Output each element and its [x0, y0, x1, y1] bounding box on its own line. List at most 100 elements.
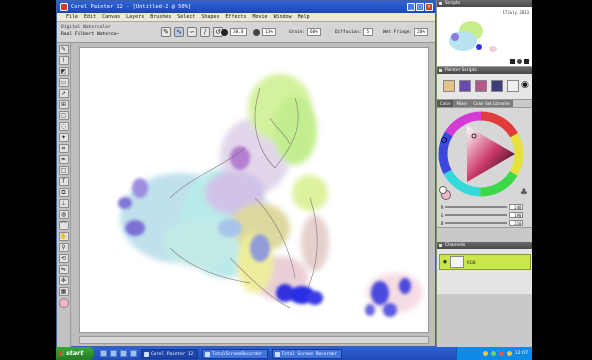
scripts-panel-header[interactable]: Scripts: [437, 0, 532, 7]
grain-label: Grain:: [289, 29, 305, 35]
rubber-stamp-icon[interactable]: ⊥: [58, 199, 69, 208]
quick-launch-icon[interactable]: [100, 350, 107, 357]
menu-brushes[interactable]: Brushes: [149, 14, 172, 20]
rectangular-selection-icon[interactable]: ▢: [58, 111, 69, 120]
task-painter[interactable]: Corel Painter 12: [141, 348, 199, 359]
tab-mixer[interactable]: Mixer: [453, 100, 471, 107]
channel-row-rgb[interactable]: ◉ RGB: [439, 254, 531, 270]
stop-icon[interactable]: [510, 59, 515, 64]
red-value[interactable]: 248: [509, 204, 524, 210]
cloner-tool-icon[interactable]: ⧉: [58, 188, 69, 197]
menu-help[interactable]: Help: [297, 14, 311, 20]
quick-launch: [100, 350, 137, 357]
quick-launch-icon[interactable]: [130, 350, 137, 357]
quick-launch-icon[interactable]: [110, 350, 117, 357]
green-slider-row: G 190: [441, 212, 524, 218]
paper-selector-icon[interactable]: ▦: [58, 287, 69, 296]
straight-line-icon[interactable]: ∕: [200, 27, 210, 37]
color-wheel[interactable]: [437, 110, 533, 200]
blue-value[interactable]: 210: [509, 220, 524, 226]
recorder-icon[interactable]: ◉: [521, 80, 529, 90]
tray-icon[interactable]: [498, 351, 504, 356]
canvas-status-bar: [79, 336, 429, 344]
grain-control: Grain: 60%: [289, 28, 321, 36]
tab-color-sets[interactable]: Color Set Libraries: [470, 100, 514, 107]
menu-edit[interactable]: Edit: [83, 14, 97, 20]
eraser-tool-icon[interactable]: ▭: [58, 78, 69, 87]
layer-adjuster-icon[interactable]: ➚: [58, 89, 69, 98]
lasso-tool-icon[interactable]: ◌: [58, 122, 69, 131]
script-thumbnail[interactable]: [459, 80, 471, 92]
document-area: [71, 43, 435, 346]
painter-app-icon: [60, 3, 68, 11]
menu-layers[interactable]: Layers: [125, 14, 145, 20]
mirror-painting-icon[interactable]: ⇋: [58, 265, 69, 274]
wet-fringe-field[interactable]: 20%: [414, 28, 429, 36]
magnifier-tool-icon[interactable]: ⚲: [58, 243, 69, 252]
paint-bucket-icon[interactable]: ◩: [58, 67, 69, 76]
painter-scripts-header[interactable]: Painter Scripts: [437, 67, 532, 74]
play-icon[interactable]: [517, 59, 522, 64]
task-recorder-folder[interactable]: TotalScreenRecorder: [202, 348, 268, 359]
task-screen-recorder[interactable]: Total Screen Recorder: [271, 348, 343, 359]
green-value[interactable]: 190: [509, 212, 524, 218]
menu-canvas[interactable]: Canvas: [101, 14, 121, 20]
maximize-button[interactable]: □: [416, 3, 424, 11]
script-preview-thumbnail: [449, 21, 497, 52]
script-thumbnail[interactable]: [443, 80, 455, 92]
tab-color[interactable]: Color: [437, 100, 454, 107]
dropper-tool-icon[interactable]: ⌇: [58, 56, 69, 65]
menu-select[interactable]: Select: [176, 14, 196, 20]
brush-tool-icon[interactable]: ✎: [58, 45, 69, 54]
freehand-stroke-icon[interactable]: ∽: [187, 27, 197, 37]
grabber-tool-icon[interactable]: ✋: [58, 232, 69, 241]
system-tray: 12:07: [456, 347, 532, 360]
start-button[interactable]: start: [56, 347, 94, 360]
menu-shapes[interactable]: Shapes: [200, 14, 220, 20]
script-thumbnail[interactable]: [491, 80, 503, 92]
window-titlebar[interactable]: Corel Painter 12 - [Untitled-2 @ 50%] _ …: [57, 1, 435, 13]
quick-launch-icon[interactable]: [120, 350, 127, 357]
menu-bar: File Edit Canvas Layers Brushes Select S…: [57, 13, 435, 22]
blue-slider-row: B 210: [441, 220, 524, 226]
blue-slider[interactable]: [445, 222, 508, 224]
tray-icon[interactable]: [506, 351, 512, 356]
opacity-field[interactable]: 13%: [262, 28, 276, 36]
main-color-swatch[interactable]: [58, 298, 69, 308]
blender-tool-icon[interactable]: ◍: [58, 210, 69, 219]
menu-movie[interactable]: Movie: [252, 14, 269, 20]
brush-selector[interactable]: Digital Watercolor Real Filbert Waterco~: [61, 24, 119, 38]
menu-effects[interactable]: Effects: [224, 14, 247, 20]
grain-field[interactable]: 60%: [306, 28, 321, 36]
pen-tool-icon[interactable]: ✒: [58, 155, 69, 164]
pause-icon[interactable]: [524, 59, 529, 64]
transform-tool-icon[interactable]: ⊞: [58, 100, 69, 109]
divine-proportion-icon[interactable]: ⌒: [58, 221, 69, 230]
red-slider[interactable]: [445, 206, 508, 208]
eye-icon[interactable]: ◉: [440, 259, 450, 265]
size-field[interactable]: 30.0: [230, 28, 247, 36]
clone-color-icon[interactable]: ♣: [520, 188, 528, 198]
green-slider[interactable]: [445, 214, 508, 216]
menu-window[interactable]: Window: [273, 14, 293, 20]
tray-icon[interactable]: [490, 351, 496, 356]
shape-tool-icon[interactable]: □: [58, 166, 69, 175]
close-button[interactable]: ×: [425, 3, 433, 11]
stroke-type-icon[interactable]: ∿: [174, 27, 184, 37]
clock[interactable]: 12:07: [515, 351, 528, 356]
script-thumbnail[interactable]: [475, 80, 487, 92]
tray-icon[interactable]: [482, 351, 488, 356]
rotate-page-icon[interactable]: ⟲: [58, 254, 69, 263]
diffusion-field[interactable]: 5: [363, 28, 374, 36]
menu-file[interactable]: File: [65, 14, 79, 20]
text-tool-icon[interactable]: T: [58, 177, 69, 186]
background-color-swatch[interactable]: [439, 186, 447, 194]
channels-panel-header[interactable]: Channels: [437, 242, 532, 249]
magic-wand-icon[interactable]: ✦: [58, 133, 69, 142]
minimize-button[interactable]: _: [407, 3, 415, 11]
brush-tool-icon[interactable]: ✎: [161, 27, 171, 37]
drawing-canvas[interactable]: [79, 47, 429, 333]
script-thumbnail[interactable]: [507, 80, 519, 92]
kaleidoscope-icon[interactable]: ✻: [58, 276, 69, 285]
crop-tool-icon[interactable]: ⌗: [58, 144, 69, 153]
